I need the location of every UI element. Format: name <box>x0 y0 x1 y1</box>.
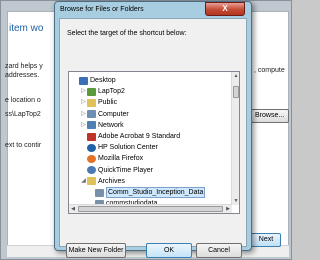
tree-item-label: Public <box>98 99 118 107</box>
horizontal-scroll-thumb[interactable] <box>78 206 223 212</box>
tree-item[interactable]: Desktop <box>72 75 116 86</box>
tree-item-label: QuickTime Player <box>98 166 153 174</box>
quicktime-icon <box>87 166 96 175</box>
dialog-title: Browse for Files or Folders <box>60 6 144 13</box>
wizard-text-line-5: ext to contir <box>5 142 42 149</box>
folder-tree[interactable]: commstudiodataComm_Studio_Inception_Data… <box>68 71 240 214</box>
expand-arrow-icon[interactable]: ◢ <box>80 176 87 187</box>
expand-arrow-icon[interactable]: ▷ <box>80 109 87 120</box>
browse-for-files-dialog: Browse for Files or Folders X Select the… <box>54 1 252 258</box>
tree-horizontal-scrollbar[interactable]: ◀ ▶ <box>69 204 232 213</box>
wizard-text-line-3: e location o <box>5 97 41 104</box>
expand-arrow-icon[interactable]: ▷ <box>80 97 87 108</box>
cancel-button[interactable]: Cancel <box>196 243 242 258</box>
tree-item-label: Computer <box>98 110 129 118</box>
dialog-body: Select the target of the shortcut below:… <box>59 18 247 258</box>
tree-item[interactable]: ▷ LapTop2 <box>80 86 125 97</box>
tree-item-label: Archives <box>98 177 125 185</box>
wizard-text-right-fragment: , compute <box>254 67 285 74</box>
wizard-text-line-1: zard helps y <box>5 63 43 70</box>
wizard-title: item wo <box>9 23 44 34</box>
acrobat-icon <box>87 132 96 141</box>
network-icon <box>87 121 96 130</box>
tree-item-label: HP Solution Center <box>98 144 158 152</box>
scroll-down-arrow-icon[interactable]: ▼ <box>232 197 239 205</box>
expand-arrow-icon[interactable]: ▷ <box>80 120 87 131</box>
tree-item[interactable]: HP Solution Center <box>80 142 158 153</box>
user-folder-icon <box>87 87 96 96</box>
tree-vertical-scrollbar[interactable]: ▲ ▼ <box>231 72 239 205</box>
browse-button[interactable]: Browse... <box>251 109 289 123</box>
wizard-location-field[interactable]: ss\LapTop2 <box>5 111 41 118</box>
scroll-right-arrow-icon[interactable]: ▶ <box>224 205 232 213</box>
scroll-up-arrow-icon[interactable]: ▲ <box>232 72 239 80</box>
scroll-left-arrow-icon[interactable]: ◀ <box>69 205 77 213</box>
computer-icon <box>87 110 96 119</box>
firefox-icon <box>87 154 96 163</box>
tree-item[interactable]: Adobe Acrobat 9 Standard <box>80 131 180 142</box>
vertical-scroll-thumb[interactable] <box>233 86 239 98</box>
tree-item-label: Desktop <box>90 77 116 84</box>
tree-item[interactable]: ▷ Network <box>80 120 124 131</box>
close-button[interactable]: X <box>205 2 245 16</box>
tree-item-label: Network <box>98 121 124 129</box>
hp-icon <box>87 143 96 152</box>
close-icon: X <box>222 4 228 13</box>
dialog-prompt: Select the target of the shortcut below: <box>67 30 187 37</box>
file-icon <box>95 188 104 197</box>
make-new-folder-button[interactable]: Make New Folder <box>66 243 126 258</box>
tree-item-label: Comm_Studio_Inception_Data <box>106 187 206 198</box>
wizard-text-line-2: addresses. <box>5 72 40 79</box>
tree-item-label: LapTop2 <box>98 88 125 96</box>
tree-item[interactable]: QuickTime Player <box>80 165 153 176</box>
folder-icon <box>87 177 96 186</box>
next-button[interactable]: Next <box>251 233 281 247</box>
ok-button[interactable]: OK <box>146 243 192 258</box>
tree-item[interactable]: Mozilla Firefox <box>80 153 143 164</box>
tree-item[interactable]: ▷ Public <box>80 97 117 108</box>
tree-item[interactable]: ◢ Archives <box>80 176 125 187</box>
tree-item[interactable]: ▷ Computer <box>80 109 129 120</box>
desktop-icon <box>79 76 88 85</box>
tree-item-label: Mozilla Firefox <box>98 155 144 163</box>
folder-icon <box>87 98 96 107</box>
tree-item-label: Adobe Acrobat 9 Standard <box>98 133 181 140</box>
tree-item[interactable]: Comm_Studio_Inception_Data <box>88 187 206 198</box>
expand-arrow-icon[interactable]: ▷ <box>80 86 87 97</box>
